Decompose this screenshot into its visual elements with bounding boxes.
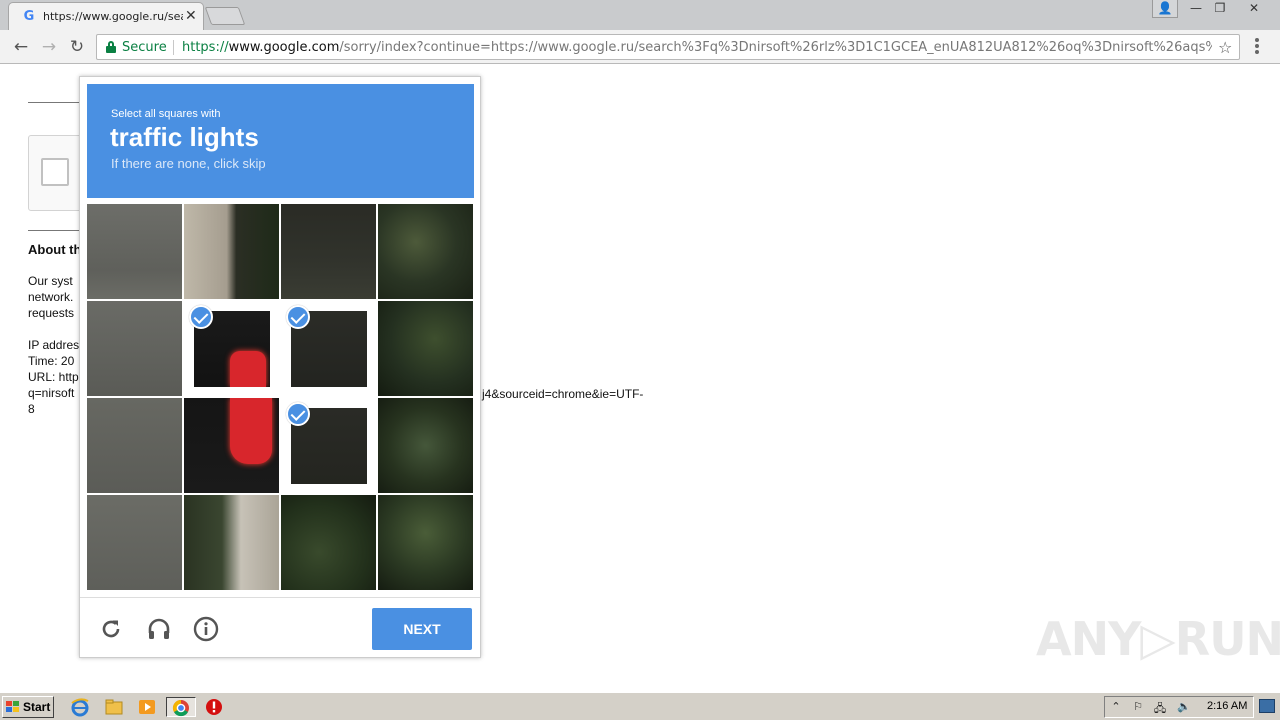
tile-image xyxy=(378,204,473,299)
captcha-tile-15[interactable] xyxy=(378,495,473,590)
info-line: URL: http xyxy=(28,370,79,384)
close-tab-icon[interactable]: ✕ xyxy=(185,8,197,24)
tile-image xyxy=(378,495,473,590)
google-favicon-icon: G xyxy=(23,9,35,24)
network-icon[interactable]: 🖧 xyxy=(1153,700,1167,715)
tile-image xyxy=(184,495,279,590)
forward-arrow-icon[interactable]: → xyxy=(38,36,60,58)
captcha-tile-4[interactable] xyxy=(87,301,182,396)
captcha-tile-5[interactable] xyxy=(184,301,279,396)
captcha-tile-3[interactable] xyxy=(378,204,473,299)
stop-sign-icon[interactable] xyxy=(204,697,226,717)
captcha-tile-12[interactable] xyxy=(87,495,182,590)
reload-icon[interactable]: ↻ xyxy=(66,36,88,58)
captcha-tile-6[interactable] xyxy=(281,301,376,396)
taskbar-clock[interactable]: 2:16 AM xyxy=(1207,700,1247,712)
tile-image xyxy=(87,301,182,396)
selected-check-icon xyxy=(286,305,310,329)
red-hand-signal xyxy=(230,351,266,387)
chrome-menu-icon[interactable] xyxy=(1252,38,1262,56)
start-label: Start xyxy=(23,700,51,714)
captcha-tile-0[interactable] xyxy=(87,204,182,299)
minimize-icon[interactable]: — xyxy=(1184,0,1208,18)
challenge-footer: NEXT xyxy=(80,597,480,658)
selected-check-icon xyxy=(286,402,310,426)
captcha-tile-13[interactable] xyxy=(184,495,279,590)
media-player-icon[interactable] xyxy=(137,697,159,717)
captcha-tile-11[interactable] xyxy=(378,398,473,493)
info-line: 8 xyxy=(28,402,35,416)
folder-icon[interactable] xyxy=(104,697,126,717)
tile-image xyxy=(378,398,473,493)
start-button[interactable]: Start xyxy=(2,696,54,718)
info-icon[interactable] xyxy=(193,616,219,642)
recaptcha-challenge: Select all squares with traffic lights I… xyxy=(79,76,481,658)
tab-strip: G https://www.google.ru/search?q=nirsoft… xyxy=(0,0,1280,30)
address-bar[interactable]: Secure https://www.google.com/sorry/inde… xyxy=(96,34,1240,60)
tile-image xyxy=(87,495,182,590)
about-heading: About th xyxy=(28,242,82,257)
captcha-tile-9[interactable] xyxy=(184,398,279,493)
tray-expand-icon[interactable]: ⌃ xyxy=(1109,700,1123,714)
info-line: Time: 20 xyxy=(28,354,75,368)
anyrun-watermark: ANY▷RUN xyxy=(1036,612,1280,666)
captcha-tile-2[interactable] xyxy=(281,204,376,299)
challenge-prefix: Select all squares with xyxy=(111,108,221,120)
new-tab-button[interactable] xyxy=(204,7,246,25)
tab-title: https://www.google.ru/search?q=nirsoft xyxy=(43,10,183,23)
show-desktop-icon[interactable] xyxy=(1259,699,1275,713)
secure-label: Secure xyxy=(122,40,167,55)
image-grid xyxy=(87,204,474,591)
tile-image xyxy=(87,204,182,299)
window-close-icon[interactable]: ✕ xyxy=(1234,0,1274,18)
headphones-icon[interactable] xyxy=(146,616,172,642)
browser-toolbar: ← → ↻ Secure https://www.google.com/sorr… xyxy=(0,30,1280,64)
para-line: Our syst xyxy=(28,274,73,288)
tile-image xyxy=(184,398,279,493)
lock-icon xyxy=(106,41,116,53)
url-tail-text: j4&sourceid=chrome&ie=UTF- xyxy=(482,387,644,401)
url-text[interactable]: https://www.google.com/sorry/index?conti… xyxy=(182,40,1212,55)
captcha-tile-8[interactable] xyxy=(87,398,182,493)
red-hand-signal xyxy=(230,398,272,464)
para-line: network. xyxy=(28,290,74,304)
chrome-taskbar-icon[interactable] xyxy=(166,697,196,717)
back-arrow-icon[interactable]: ← xyxy=(10,36,32,58)
tile-image xyxy=(281,204,376,299)
windows-taskbar: Start ⌃ ⚐ 🖧 🔈 2:16 AM xyxy=(0,692,1280,720)
recaptcha-checkbox[interactable] xyxy=(41,158,69,186)
para-line: requests xyxy=(28,306,75,320)
tile-image xyxy=(184,204,279,299)
tile-image xyxy=(87,398,182,493)
tile-image xyxy=(378,301,473,396)
challenge-hint: If there are none, click skip xyxy=(111,156,266,171)
challenge-object: traffic lights xyxy=(110,122,259,152)
bookmark-star-icon[interactable]: ☆ xyxy=(1218,38,1232,57)
internet-explorer-icon[interactable] xyxy=(70,697,92,717)
windows-logo-icon xyxy=(6,701,20,713)
browser-tab[interactable]: G https://www.google.ru/search?q=nirsoft… xyxy=(8,2,204,30)
next-button[interactable]: NEXT xyxy=(372,608,472,650)
captcha-tile-14[interactable] xyxy=(281,495,376,590)
info-line: q=nirsoft xyxy=(28,386,75,400)
captcha-tile-1[interactable] xyxy=(184,204,279,299)
challenge-header: Select all squares with traffic lights I… xyxy=(87,84,474,198)
user-profile-icon[interactable]: 👤 xyxy=(1152,0,1178,18)
captcha-tile-7[interactable] xyxy=(378,301,473,396)
info-line: IP addres xyxy=(28,338,80,352)
volume-icon[interactable]: 🔈 xyxy=(1177,700,1191,714)
restore-icon[interactable]: ❐ xyxy=(1208,0,1232,18)
selected-check-icon xyxy=(189,305,213,329)
action-center-flag-icon[interactable]: ⚐ xyxy=(1131,700,1145,714)
reload-challenge-icon[interactable] xyxy=(98,616,124,642)
captcha-tile-10[interactable] xyxy=(281,398,376,493)
omnibox-divider xyxy=(173,40,174,55)
tile-image xyxy=(281,495,376,590)
